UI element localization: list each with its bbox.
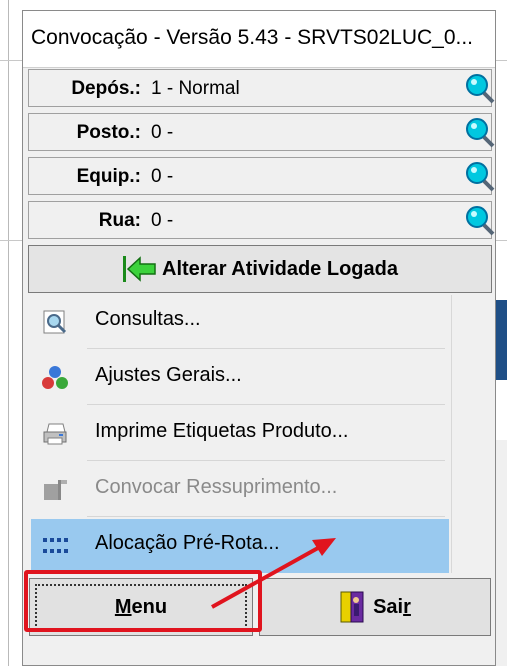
field-row-rua: Rua: 0 - <box>28 201 495 239</box>
exit-door-icon <box>340 591 364 623</box>
menu-separator <box>87 404 445 405</box>
alterar-atividade-label: Alterar Atividade Logada <box>162 257 398 280</box>
menu-separator <box>87 348 445 349</box>
annotation-highlight-box <box>24 570 262 632</box>
colored-blocks-icon <box>42 366 68 389</box>
back-arrow-icon <box>123 256 156 282</box>
menu-item-label: Convocar Ressuprimento... <box>95 476 338 498</box>
menu-item-convocar-ressuprimento: Convocar Ressuprimento... <box>31 463 449 517</box>
menu-item-alocacao-pre-rota[interactable]: Alocação Pré-Rota... <box>31 519 449 573</box>
menu-separator <box>87 516 445 517</box>
menu-item-imprime-etiquetas[interactable]: Imprime Etiquetas Produto... <box>31 407 449 461</box>
background-window-edge <box>0 0 9 666</box>
menu-item-consultas[interactable]: Consultas... <box>31 295 449 349</box>
printer-icon <box>43 423 67 445</box>
grid-dots-icon <box>43 538 68 553</box>
search-rua-icon[interactable] <box>463 204 495 236</box>
alterar-atividade-button[interactable]: Alterar Atividade Logada <box>28 245 492 293</box>
field-value-deposito: 1 - Normal <box>151 78 240 99</box>
field-label-equipamento: Equip.: <box>76 166 141 187</box>
menu-separator <box>87 460 445 461</box>
field-value-rua: 0 - <box>151 210 174 231</box>
magnifier-document-icon <box>43 310 67 334</box>
search-posto-icon[interactable] <box>463 116 495 148</box>
menu-side-panel <box>451 295 492 573</box>
field-label-deposito: Depós.: <box>71 78 141 99</box>
menu-item-label: Imprime Etiquetas Produto... <box>95 420 349 442</box>
search-deposito-icon[interactable] <box>463 72 495 104</box>
menu-item-ajustes-gerais[interactable]: Ajustes Gerais... <box>31 351 449 405</box>
title-bar[interactable]: Convocação - Versão 5.43 - SRVTS02LUC_0.… <box>23 11 495 68</box>
field-row-deposito: Depós.: 1 - Normal <box>28 69 495 107</box>
field-row-equipamento: Equip.: 0 - <box>28 157 495 195</box>
forklift-icon <box>44 480 67 500</box>
menu-item-label: Ajustes Gerais... <box>95 364 242 386</box>
window-title: Convocação - Versão 5.43 - SRVTS02LUC_0.… <box>31 26 474 49</box>
background-blue-panel <box>495 300 507 380</box>
field-value-posto: 0 - <box>151 122 174 143</box>
field-value-equipamento: 0 - <box>151 166 174 187</box>
menu-list: Consultas... Ajustes Gerais... Imprime E… <box>31 295 449 573</box>
menu-item-label: Consultas... <box>95 308 201 330</box>
field-label-posto: Posto.: <box>76 122 141 143</box>
sair-button[interactable]: Sair <box>259 578 491 636</box>
sair-button-label-start: Sai <box>373 595 404 618</box>
field-row-posto: Posto.: 0 - <box>28 113 495 151</box>
search-equipamento-icon[interactable] <box>463 160 495 192</box>
sair-button-accesskey: r <box>403 595 411 618</box>
convocacao-window: Convocação - Versão 5.43 - SRVTS02LUC_0.… <box>22 10 496 666</box>
field-label-rua: Rua: <box>98 210 141 231</box>
menu-item-label: Alocação Pré-Rota... <box>95 532 280 554</box>
sair-button-label: Sair <box>373 596 411 619</box>
